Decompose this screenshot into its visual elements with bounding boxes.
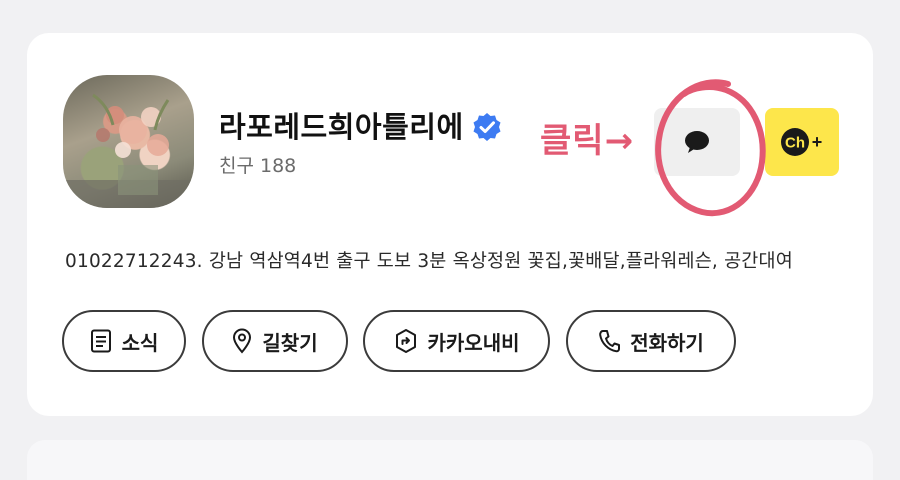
- kakao-navi-button-label: 카카오내비: [427, 330, 520, 355]
- news-button[interactable]: 소식: [62, 310, 186, 372]
- call-button-label: 전화하기: [630, 330, 704, 355]
- friends-count: 친구 188: [219, 155, 297, 177]
- profile-avatar[interactable]: [63, 75, 194, 208]
- news-button-label: 소식: [121, 330, 159, 355]
- verified-badge-icon: [473, 113, 501, 141]
- next-section-edge: [27, 440, 873, 480]
- flower-bouquet-image: [63, 93, 194, 208]
- call-button[interactable]: 전화하기: [566, 310, 736, 372]
- directions-button[interactable]: 길찾기: [202, 310, 348, 372]
- phone-icon: [599, 330, 621, 353]
- add-channel-plus-text: +: [812, 132, 823, 152]
- location-pin-icon: [233, 328, 252, 354]
- click-annotation-arrow: →: [604, 121, 635, 161]
- directions-button-label: 길찾기: [262, 330, 318, 355]
- kakao-navi-button[interactable]: 카카오내비: [363, 310, 550, 372]
- click-annotation: 클릭→: [540, 113, 634, 162]
- add-channel-button[interactable]: Ch +: [765, 108, 839, 176]
- add-channel-ch-text: Ch: [785, 135, 805, 152]
- hand-drawn-circle-annotation: [655, 79, 766, 217]
- channel-description: 01022712243. 강남 역삼역4번 출구 도보 3분 옥상정원 꽃집,꽃…: [65, 251, 793, 272]
- add-channel-icon: Ch +: [781, 128, 823, 156]
- click-annotation-text: 클릭: [540, 121, 605, 161]
- news-icon: [90, 329, 111, 353]
- channel-name: 라포레드희아틀리에: [219, 110, 464, 144]
- navigation-icon: [395, 329, 416, 353]
